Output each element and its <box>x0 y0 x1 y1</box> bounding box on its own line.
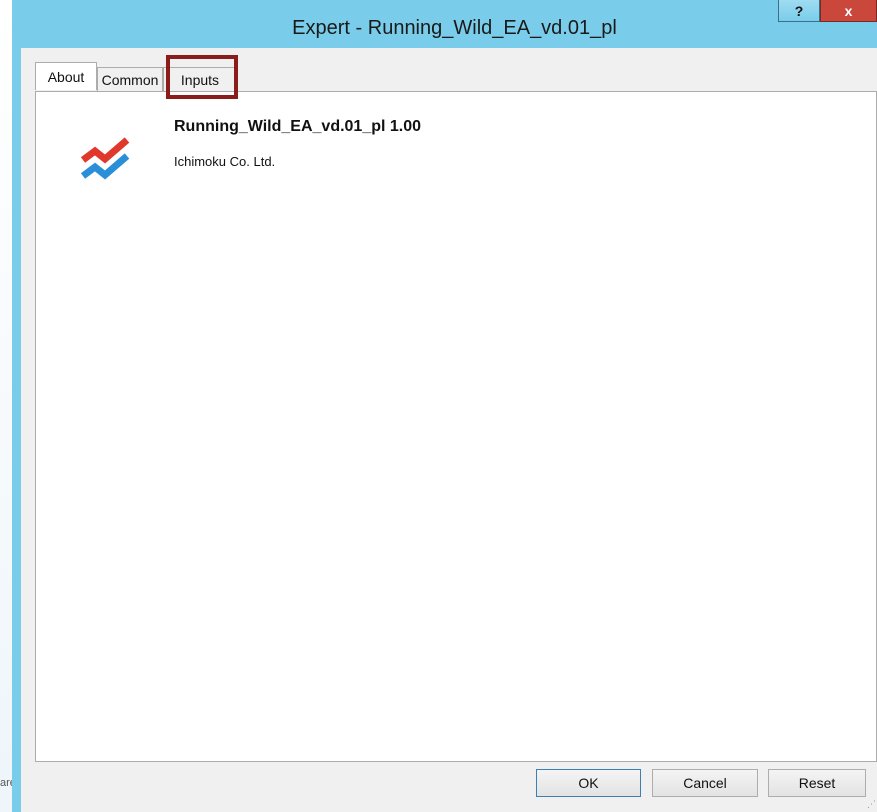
window-title: Expert - Running_Wild_EA_vd.01_pl <box>292 17 617 39</box>
help-button[interactable]: ? <box>778 0 820 22</box>
expert-properties-dialog: Expert - Running_Wild_EA_vd.01_pl ? x Ab… <box>12 0 877 812</box>
reset-button[interactable]: Reset <box>768 769 866 797</box>
cancel-button[interactable]: Cancel <box>652 769 758 797</box>
company-name: Ichimoku Co. Ltd. <box>174 154 276 169</box>
tab-inputs[interactable]: Inputs <box>163 67 237 91</box>
chart-zigzag-icon <box>81 137 130 180</box>
close-button[interactable]: x <box>820 0 877 22</box>
expert-name: Running_Wild_EA_vd.01_pl 1.00 <box>174 118 422 135</box>
dialog-client-area: About Common Inputs Running_Wild_EA_vd.0… <box>21 48 877 812</box>
tab-common[interactable]: Common <box>97 67 163 91</box>
ok-button[interactable]: OK <box>536 769 641 797</box>
tab-about[interactable]: About <box>35 62 97 90</box>
resize-grip-icon[interactable]: ⋰ <box>867 799 876 810</box>
about-panel: Running_Wild_EA_vd.01_pl 1.00 Ichimoku C… <box>35 91 877 762</box>
desktop-background <box>0 0 12 812</box>
